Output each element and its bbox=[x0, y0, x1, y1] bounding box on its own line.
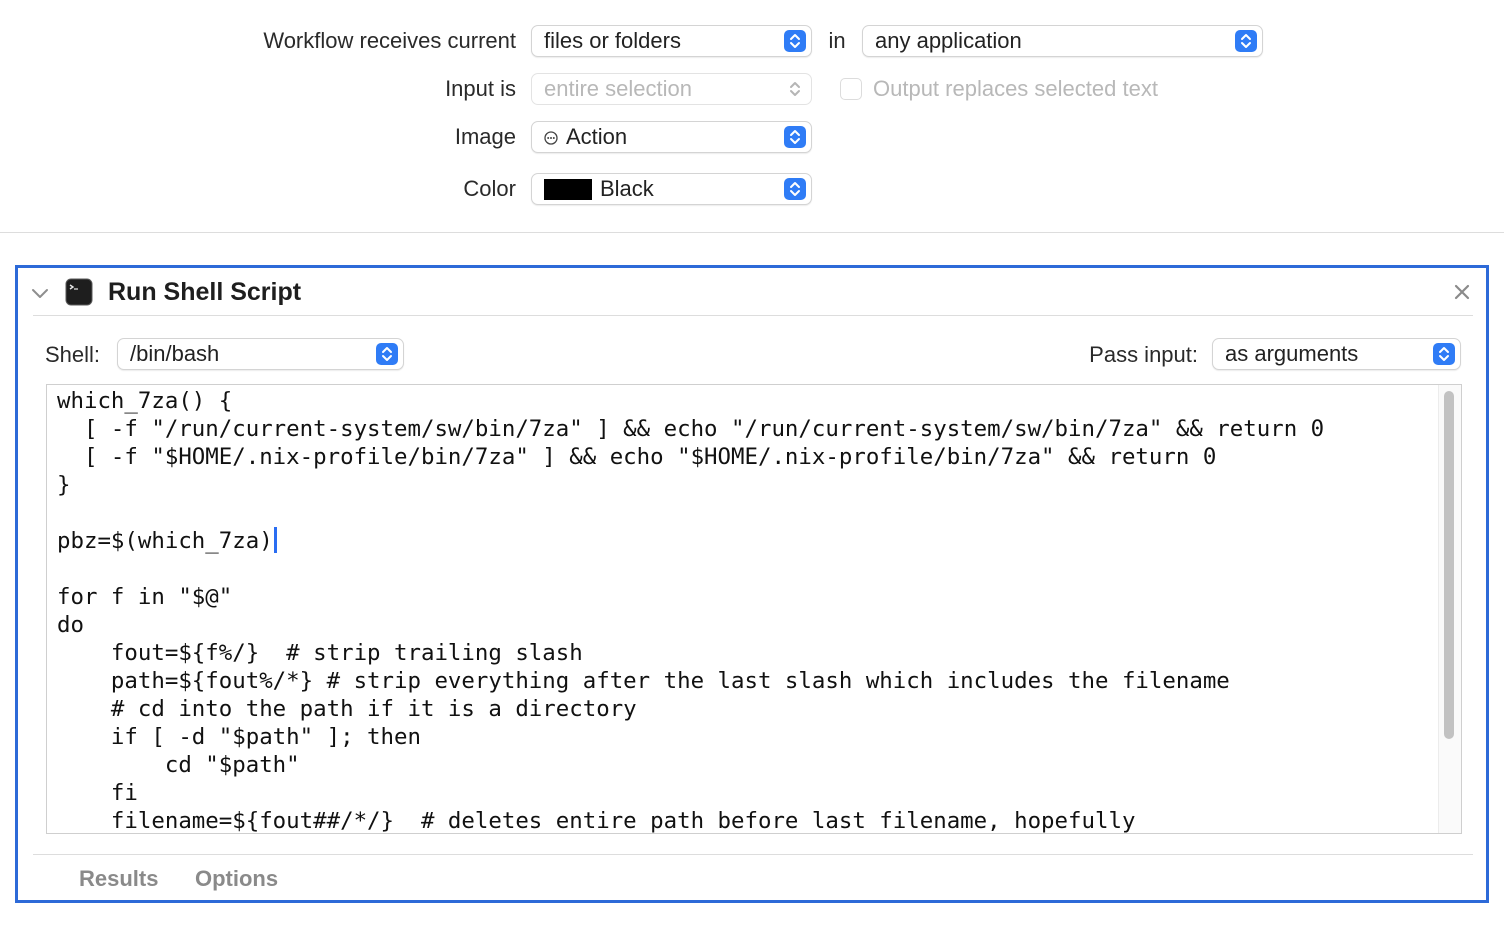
text-caret bbox=[273, 527, 277, 553]
header-divider bbox=[33, 315, 1473, 316]
image-popup[interactable]: Action bbox=[531, 121, 812, 153]
application-value: any application bbox=[875, 28, 1022, 53]
pass-input-value: as arguments bbox=[1225, 341, 1359, 366]
script-editor[interactable]: which_7za() { [ -f "/run/current-system/… bbox=[46, 384, 1462, 834]
up-down-chevron-icon bbox=[784, 178, 806, 200]
up-down-chevron-icon bbox=[784, 30, 806, 52]
script-line: for f in "$@" bbox=[57, 584, 233, 610]
script-line: do bbox=[57, 612, 84, 638]
footer-divider bbox=[33, 854, 1473, 855]
image-value: Action bbox=[566, 124, 628, 149]
pass-input-popup[interactable]: as arguments bbox=[1212, 338, 1461, 370]
vertical-scrollbar[interactable] bbox=[1438, 385, 1461, 833]
up-down-chevron-icon bbox=[1433, 343, 1455, 365]
close-icon[interactable] bbox=[1453, 283, 1471, 301]
output-replaces-label: Output replaces selected text bbox=[873, 76, 1158, 101]
script-line: fout=${f%/} # strip trailing slash bbox=[57, 640, 583, 666]
up-down-chevron-icon bbox=[1235, 30, 1257, 52]
input-label: Input is bbox=[445, 76, 516, 101]
up-down-chevron-icon bbox=[376, 343, 398, 365]
action-title: Run Shell Script bbox=[108, 278, 302, 306]
script-line: [ -f "/run/current-system/sw/bin/7za" ] … bbox=[57, 416, 1325, 442]
shell-popup[interactable]: /bin/bash bbox=[117, 338, 404, 370]
color-swatch bbox=[544, 179, 592, 200]
application-popup[interactable]: any application bbox=[862, 25, 1263, 57]
terminal-icon bbox=[65, 278, 93, 306]
receives-popup[interactable]: files or folders bbox=[531, 25, 812, 57]
color-label: Color bbox=[463, 176, 516, 201]
run-shell-script-action[interactable]: Run Shell Script Shell: /bin/bash Pass i… bbox=[15, 265, 1489, 903]
output-replaces-checkbox bbox=[840, 78, 862, 100]
color-popup[interactable]: Black bbox=[531, 173, 812, 205]
color-value: Black bbox=[600, 176, 654, 201]
script-line: cd "$path" bbox=[57, 752, 300, 778]
image-label: Image bbox=[454, 124, 516, 149]
script-line: [ -f "$HOME/.nix-profile/bin/7za" ] && e… bbox=[57, 444, 1217, 470]
in-label: in bbox=[828, 28, 846, 53]
script-line: which_7za() { bbox=[57, 388, 233, 414]
script-line: pbz=$(which_7za) bbox=[57, 528, 273, 554]
script-line: # cd into the path if it is a directory bbox=[57, 696, 637, 722]
input-popup: entire selection bbox=[531, 73, 812, 105]
script-line: fi bbox=[57, 780, 138, 806]
up-down-chevron-icon bbox=[784, 78, 806, 100]
script-line: path=${fout%/*} # strip everything after… bbox=[57, 668, 1230, 694]
up-down-chevron-icon bbox=[784, 126, 806, 148]
shell-value: /bin/bash bbox=[130, 341, 220, 366]
disclosure-chevron-icon[interactable] bbox=[30, 286, 50, 300]
action-ellipsis-icon bbox=[544, 131, 558, 145]
script-line: if [ -d "$path" ]; then bbox=[57, 724, 421, 750]
script-line: filename=${fout##/*/} # deletes entire p… bbox=[57, 808, 1136, 834]
input-value: entire selection bbox=[544, 76, 692, 101]
pass-input-label: Pass input: bbox=[1089, 342, 1198, 367]
receives-value: files or folders bbox=[544, 28, 681, 53]
receives-label: Workflow receives current bbox=[263, 28, 516, 53]
tab-options[interactable]: Options bbox=[195, 866, 278, 892]
settings-divider bbox=[0, 232, 1504, 233]
tab-results[interactable]: Results bbox=[79, 866, 158, 892]
shell-label: Shell: bbox=[45, 342, 101, 367]
scrollbar-thumb[interactable] bbox=[1444, 391, 1454, 739]
script-line: } bbox=[57, 472, 71, 498]
script-code[interactable]: which_7za() { [ -f "/run/current-system/… bbox=[57, 387, 1325, 834]
